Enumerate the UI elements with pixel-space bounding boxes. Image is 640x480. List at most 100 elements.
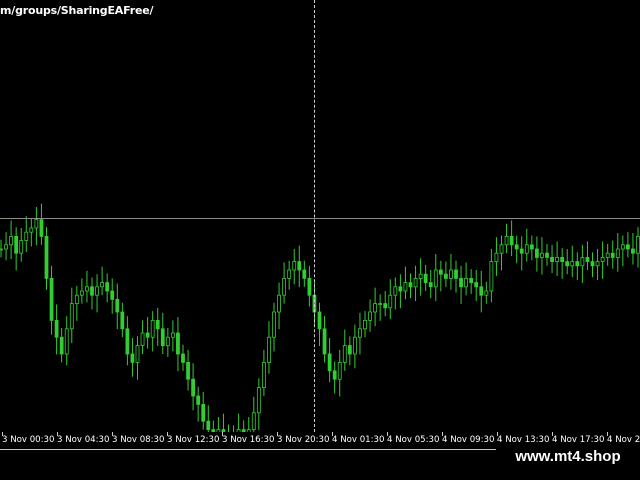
- x-tick-label: 4 Nov 05:30: [387, 435, 440, 445]
- candle-body: [519, 248, 524, 254]
- candle-body: [575, 261, 580, 267]
- candle-body: [49, 277, 54, 321]
- candle-body: [115, 298, 120, 313]
- candle-body: [388, 294, 393, 309]
- candle-body: [140, 332, 145, 347]
- price-candles: [0, 203, 640, 432]
- candle-body: [418, 273, 423, 279]
- candle-body: [307, 277, 312, 296]
- candle-body: [368, 311, 372, 321]
- candle-body: [565, 261, 570, 267]
- x-tick-label: 3 Nov 00:30: [2, 435, 55, 445]
- candle-body: [170, 332, 175, 338]
- candle-body: [0, 248, 3, 251]
- candle-body: [302, 269, 307, 279]
- candle-body: [105, 282, 110, 292]
- candle-body: [428, 282, 433, 288]
- candle-body: [186, 361, 190, 380]
- candle-body: [100, 282, 105, 288]
- candle-body: [545, 252, 549, 258]
- candle-body: [373, 303, 378, 313]
- candle-body: [469, 277, 474, 283]
- candle-body: [287, 269, 292, 279]
- x-tick-label: 3 Nov 16:30: [222, 435, 275, 445]
- candle-body: [342, 345, 347, 363]
- candle-body: [332, 370, 337, 380]
- candle-body: [560, 256, 565, 262]
- candle-body: [454, 269, 458, 279]
- candle-body: [282, 277, 287, 296]
- candle-body: [165, 336, 170, 347]
- candle-body: [125, 328, 130, 355]
- candle-body: [620, 244, 625, 250]
- candle-body: [322, 328, 327, 355]
- candle-body: [191, 378, 196, 397]
- candle-body: [459, 277, 463, 288]
- candle-body: [292, 261, 297, 271]
- x-tick-label: 3 Nov 20:30: [277, 435, 330, 445]
- candle-body: [130, 353, 135, 363]
- candle-body: [145, 332, 150, 338]
- candle-body: [479, 286, 484, 296]
- candle-body: [196, 395, 201, 405]
- candle-body: [464, 277, 469, 288]
- candle-body: [625, 244, 630, 250]
- candle-body: [433, 269, 438, 288]
- candle-body: [610, 252, 615, 258]
- candle-body: [615, 248, 620, 258]
- candle-body: [150, 319, 155, 338]
- candle-body: [590, 261, 595, 267]
- x-tick-label: 3 Nov 12:30: [167, 435, 220, 445]
- candle-body: [514, 244, 519, 250]
- candle-body: [64, 328, 69, 355]
- candle-body: [34, 219, 39, 229]
- candle-body: [352, 336, 357, 355]
- candle-body: [95, 286, 99, 296]
- candle-body: [509, 235, 514, 246]
- candle-body: [499, 244, 504, 254]
- plot-area[interactable]: m/groups/SharingEAFree/ 3 Nov 00:30 3 Nov…: [0, 0, 640, 450]
- chart-window[interactable]: m/groups/SharingEAFree/ 3 Nov 00:30 3 Nov…: [0, 0, 640, 480]
- candle-body: [534, 248, 539, 258]
- candle-body: [181, 353, 185, 363]
- candle-body: [484, 290, 489, 296]
- candle-body: [44, 235, 49, 279]
- candle-body: [120, 311, 125, 330]
- candle-body: [267, 336, 271, 363]
- candle-body: [19, 240, 24, 254]
- candle-body: [413, 277, 418, 288]
- candle-body: [256, 387, 261, 414]
- candle-body: [347, 345, 352, 355]
- candle-body: [358, 328, 362, 338]
- candle-body: [176, 332, 180, 355]
- candle-body: [90, 286, 94, 296]
- candle-body: [110, 290, 115, 300]
- candle-body: [4, 244, 8, 250]
- candle-body: [529, 244, 534, 250]
- candle-body: [600, 256, 605, 262]
- candle-body: [272, 311, 276, 338]
- candle-body: [398, 286, 403, 292]
- candle-body: [39, 219, 44, 237]
- candle-body: [378, 303, 383, 306]
- candle-body: [524, 244, 529, 254]
- candle-body: [393, 286, 398, 296]
- crosshair-vertical-line: [314, 0, 315, 432]
- candle-body: [297, 261, 302, 271]
- candle-body: [403, 282, 408, 292]
- candle-body: [160, 328, 165, 346]
- candle-body: [504, 235, 509, 246]
- candle-body: [605, 252, 610, 258]
- candle-body: [79, 290, 84, 296]
- candle-body: [438, 269, 443, 275]
- candle-body: [443, 273, 448, 279]
- candle-body: [24, 231, 29, 241]
- candle-body: [155, 319, 160, 330]
- x-tick-label: 4 Nov 09:30: [442, 435, 495, 445]
- candle-body: [85, 286, 89, 292]
- candle-body: [555, 256, 560, 262]
- candle-body: [570, 261, 575, 267]
- candle-body: [631, 248, 635, 254]
- x-tick-label: 4 Nov 01:30: [332, 435, 385, 445]
- candle-body: [327, 353, 332, 372]
